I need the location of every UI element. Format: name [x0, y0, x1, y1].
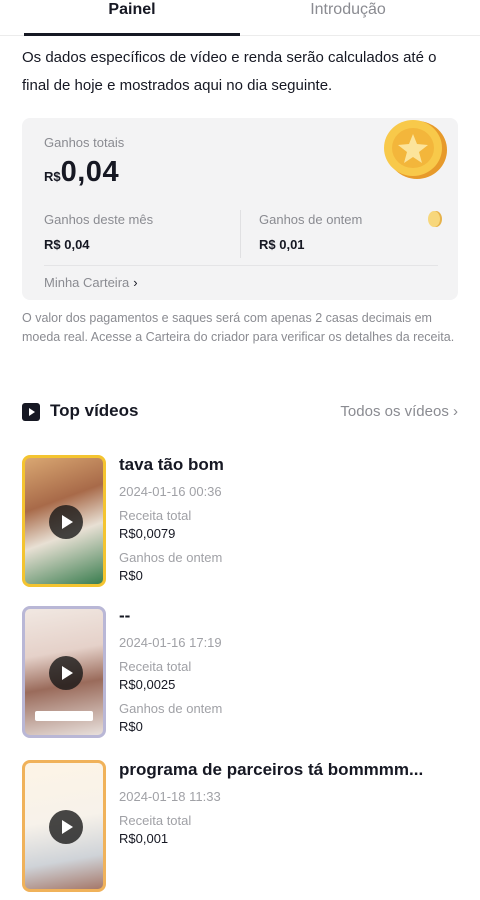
video-revenue-value: R$0,0025: [119, 677, 176, 692]
video-yesterday-label: Ganhos de ontem: [119, 550, 223, 565]
video-revenue-label: Receita total: [119, 508, 192, 523]
video-item[interactable]: programa de parceiros tá bommmm... 2024-…: [22, 760, 462, 900]
payout-disclaimer: O valor dos pagamentos e saques será com…: [22, 311, 455, 344]
chevron-right-icon: ›: [133, 275, 138, 290]
video-yesterday-value: R$0: [119, 719, 143, 734]
active-tab-indicator: [24, 33, 240, 36]
tab-bar: Painel Introdução: [0, 0, 480, 36]
tab-introducao[interactable]: Introdução: [240, 0, 456, 36]
video-revenue-value: R$0,001: [119, 831, 169, 846]
play-icon: [49, 505, 83, 539]
chevron-right-icon: ›: [453, 403, 458, 420]
video-title: programa de parceiros tá bommmm...: [119, 760, 424, 779]
stats-divider: [240, 210, 241, 258]
total-earnings-amount: 0,04: [60, 156, 120, 188]
video-date: 2024-01-16 17:19: [119, 635, 222, 650]
top-videos-header: Top vídeos Todos os vídeos ›: [22, 400, 460, 426]
video-revenue-label: Receita total: [119, 659, 192, 674]
play-icon: [49, 810, 83, 844]
gold-coin-icon: [384, 120, 447, 179]
video-icon: [22, 403, 40, 421]
month-earnings-value: R$ 0,04: [44, 237, 90, 252]
all-videos-label: Todos os vídeos: [340, 403, 449, 420]
video-yesterday-label: Ganhos de ontem: [119, 701, 223, 716]
currency-symbol: R$: [44, 169, 61, 184]
my-wallet-label: Minha Carteira: [44, 275, 130, 290]
video-title: --: [119, 606, 131, 625]
video-thumbnail[interactable]: [22, 455, 106, 587]
data-notice: Os dados específicos de vídeo e renda se…: [22, 49, 437, 94]
video-item[interactable]: tava tão bom 2024-01-16 00:36 Receita to…: [22, 455, 462, 595]
my-wallet-link[interactable]: Minha Carteira ›: [44, 275, 138, 290]
video-thumbnail[interactable]: [22, 606, 106, 738]
earnings-card: Ganhos totais R$0,04 Ganhos deste mês R$…: [22, 118, 458, 300]
video-revenue-value: R$0,0079: [119, 526, 176, 541]
card-divider: [44, 265, 438, 266]
yesterday-earnings-label: Ganhos de ontem: [259, 212, 363, 227]
all-videos-link[interactable]: Todos os vídeos ›: [340, 403, 458, 420]
video-date: 2024-01-18 11:33: [119, 789, 221, 804]
video-yesterday-value: R$0: [119, 568, 143, 583]
play-icon: [49, 656, 83, 690]
small-coin-icon: [428, 211, 442, 227]
total-earnings-label: Ganhos totais: [44, 135, 125, 150]
total-earnings-value: R$0,04: [44, 156, 119, 189]
video-revenue-label: Receita total: [119, 813, 192, 828]
thumbnail-caption: [35, 711, 93, 721]
video-thumbnail[interactable]: [22, 760, 106, 892]
top-videos-title: Top vídeos: [50, 401, 139, 420]
tab-painel[interactable]: Painel: [24, 0, 240, 36]
video-date: 2024-01-16 00:36: [119, 484, 222, 499]
yesterday-earnings-value: R$ 0,01: [259, 237, 305, 252]
video-title: tava tão bom: [119, 455, 224, 474]
video-item[interactable]: -- 2024-01-16 17:19 Receita total R$0,00…: [22, 606, 462, 746]
month-earnings-label: Ganhos deste mês: [44, 212, 154, 227]
